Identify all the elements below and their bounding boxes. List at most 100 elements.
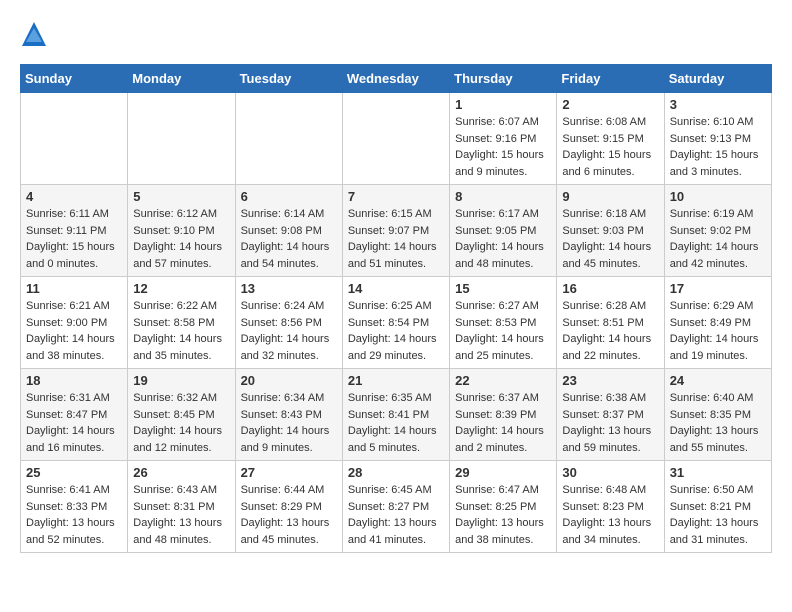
calendar-cell: 24 Sunrise: 6:40 AMSunset: 8:35 PMDayligh… [664,369,771,461]
day-number: 5 [133,189,229,204]
calendar-cell: 8 Sunrise: 6:17 AMSunset: 9:05 PMDaylight… [450,185,557,277]
day-number: 12 [133,281,229,296]
calendar-cell [128,93,235,185]
day-number: 20 [241,373,337,388]
day-info: Sunrise: 6:43 AMSunset: 8:31 PMDaylight:… [133,482,229,548]
calendar-week-row: 11 Sunrise: 6:21 AMSunset: 9:00 PMDayligh… [21,277,772,369]
calendar-cell: 18 Sunrise: 6:31 AMSunset: 8:47 PMDayligh… [21,369,128,461]
calendar-cell: 19Sunrise: 6:32 AMSunset: 8:45 PMDayligh… [128,369,235,461]
day-number: 8 [455,189,551,204]
day-number: 31 [670,465,766,480]
day-number: 13 [241,281,337,296]
calendar-cell: 10 Sunrise: 6:19 AMSunset: 9:02 PMDayligh… [664,185,771,277]
calendar-cell [21,93,128,185]
day-info: Sunrise: 6:11 AMSunset: 9:11 PMDaylight:… [26,206,122,272]
calendar-week-row: 25 Sunrise: 6:41 AMSunset: 8:33 PMDayligh… [21,461,772,553]
calendar-cell: 6 Sunrise: 6:14 AMSunset: 9:08 PMDaylight… [235,185,342,277]
calendar-cell: 1 Sunrise: 6:07 AMSunset: 9:16 PMDaylight… [450,93,557,185]
day-number: 3 [670,97,766,112]
day-info: Sunrise: 6:27 AMSunset: 8:53 PMDaylight:… [455,298,551,364]
day-number: 1 [455,97,551,112]
day-number: 28 [348,465,444,480]
day-number: 7 [348,189,444,204]
day-number: 6 [241,189,337,204]
day-number: 4 [26,189,122,204]
weekday-header: Wednesday [342,65,449,93]
day-number: 14 [348,281,444,296]
calendar-week-row: 1 Sunrise: 6:07 AMSunset: 9:16 PMDaylight… [21,93,772,185]
day-number: 21 [348,373,444,388]
day-info: Sunrise: 6:14 AMSunset: 9:08 PMDaylight:… [241,206,337,272]
calendar-cell: 25 Sunrise: 6:41 AMSunset: 8:33 PMDayligh… [21,461,128,553]
day-info: Sunrise: 6:19 AMSunset: 9:02 PMDaylight:… [670,206,766,272]
calendar-cell: 16 Sunrise: 6:28 AMSunset: 8:51 PMDayligh… [557,277,664,369]
day-info: Sunrise: 6:38 AMSunset: 8:37 PMDaylight:… [562,390,658,456]
page-header [20,20,772,48]
day-number: 27 [241,465,337,480]
calendar-cell: 12Sunrise: 6:22 AMSunset: 8:58 PMDayligh… [128,277,235,369]
calendar-cell: 31 Sunrise: 6:50 AMSunset: 8:21 PMDayligh… [664,461,771,553]
day-number: 11 [26,281,122,296]
day-info: Sunrise: 6:47 AMSunset: 8:25 PMDaylight:… [455,482,551,548]
calendar-cell: 28Sunrise: 6:45 AMSunset: 8:27 PMDayligh… [342,461,449,553]
day-info: Sunrise: 6:50 AMSunset: 8:21 PMDaylight:… [670,482,766,548]
day-number: 26 [133,465,229,480]
day-info: Sunrise: 6:18 AMSunset: 9:03 PMDaylight:… [562,206,658,272]
calendar-week-row: 18 Sunrise: 6:31 AMSunset: 8:47 PMDayligh… [21,369,772,461]
day-number: 18 [26,373,122,388]
calendar-cell: 22 Sunrise: 6:37 AMSunset: 8:39 PMDayligh… [450,369,557,461]
day-number: 25 [26,465,122,480]
day-info: Sunrise: 6:25 AMSunset: 8:54 PMDaylight:… [348,298,444,364]
day-number: 15 [455,281,551,296]
calendar-cell: 26 Sunrise: 6:43 AMSunset: 8:31 PMDayligh… [128,461,235,553]
weekday-header: Thursday [450,65,557,93]
day-info: Sunrise: 6:44 AMSunset: 8:29 PMDaylight:… [241,482,337,548]
calendar-cell [342,93,449,185]
day-info: Sunrise: 6:08 AMSunset: 9:15 PMDaylight:… [562,114,658,180]
day-info: Sunrise: 6:24 AMSunset: 8:56 PMDaylight:… [241,298,337,364]
calendar-cell: 23 Sunrise: 6:38 AMSunset: 8:37 PMDayligh… [557,369,664,461]
calendar-cell: 29Sunrise: 6:47 AMSunset: 8:25 PMDayligh… [450,461,557,553]
weekday-header: Monday [128,65,235,93]
day-info: Sunrise: 6:10 AMSunset: 9:13 PMDaylight:… [670,114,766,180]
weekday-header: Friday [557,65,664,93]
day-number: 23 [562,373,658,388]
day-number: 22 [455,373,551,388]
calendar-table: SundayMondayTuesdayWednesdayThursdayFrid… [20,64,772,553]
calendar-cell: 20Sunrise: 6:34 AMSunset: 8:43 PMDayligh… [235,369,342,461]
day-number: 10 [670,189,766,204]
day-number: 2 [562,97,658,112]
day-number: 30 [562,465,658,480]
day-number: 17 [670,281,766,296]
day-info: Sunrise: 6:37 AMSunset: 8:39 PMDaylight:… [455,390,551,456]
day-info: Sunrise: 6:32 AMSunset: 8:45 PMDaylight:… [133,390,229,456]
calendar-cell: 3 Sunrise: 6:10 AMSunset: 9:13 PMDaylight… [664,93,771,185]
calendar-cell: 2 Sunrise: 6:08 AMSunset: 9:15 PMDaylight… [557,93,664,185]
day-info: Sunrise: 6:17 AMSunset: 9:05 PMDaylight:… [455,206,551,272]
calendar-cell: 7 Sunrise: 6:15 AMSunset: 9:07 PMDaylight… [342,185,449,277]
day-number: 16 [562,281,658,296]
day-info: Sunrise: 6:31 AMSunset: 8:47 PMDaylight:… [26,390,122,456]
weekday-header: Sunday [21,65,128,93]
calendar-cell: 21 Sunrise: 6:35 AMSunset: 8:41 PMDayligh… [342,369,449,461]
calendar-cell: 27 Sunrise: 6:44 AMSunset: 8:29 PMDayligh… [235,461,342,553]
weekday-header: Tuesday [235,65,342,93]
calendar-cell: 4 Sunrise: 6:11 AMSunset: 9:11 PMDaylight… [21,185,128,277]
calendar-cell: 9Sunrise: 6:18 AMSunset: 9:03 PMDaylight… [557,185,664,277]
day-number: 24 [670,373,766,388]
calendar-cell: 15 Sunrise: 6:27 AMSunset: 8:53 PMDayligh… [450,277,557,369]
day-info: Sunrise: 6:21 AMSunset: 9:00 PMDaylight:… [26,298,122,364]
day-info: Sunrise: 6:41 AMSunset: 8:33 PMDaylight:… [26,482,122,548]
logo [20,20,52,48]
day-info: Sunrise: 6:35 AMSunset: 8:41 PMDaylight:… [348,390,444,456]
day-info: Sunrise: 6:07 AMSunset: 9:16 PMDaylight:… [455,114,551,180]
calendar-week-row: 4 Sunrise: 6:11 AMSunset: 9:11 PMDaylight… [21,185,772,277]
day-info: Sunrise: 6:28 AMSunset: 8:51 PMDaylight:… [562,298,658,364]
day-info: Sunrise: 6:15 AMSunset: 9:07 PMDaylight:… [348,206,444,272]
calendar-cell: 13 Sunrise: 6:24 AMSunset: 8:56 PMDayligh… [235,277,342,369]
day-info: Sunrise: 6:29 AMSunset: 8:49 PMDaylight:… [670,298,766,364]
day-info: Sunrise: 6:48 AMSunset: 8:23 PMDaylight:… [562,482,658,548]
calendar-cell [235,93,342,185]
weekday-header: Saturday [664,65,771,93]
day-info: Sunrise: 6:40 AMSunset: 8:35 PMDaylight:… [670,390,766,456]
